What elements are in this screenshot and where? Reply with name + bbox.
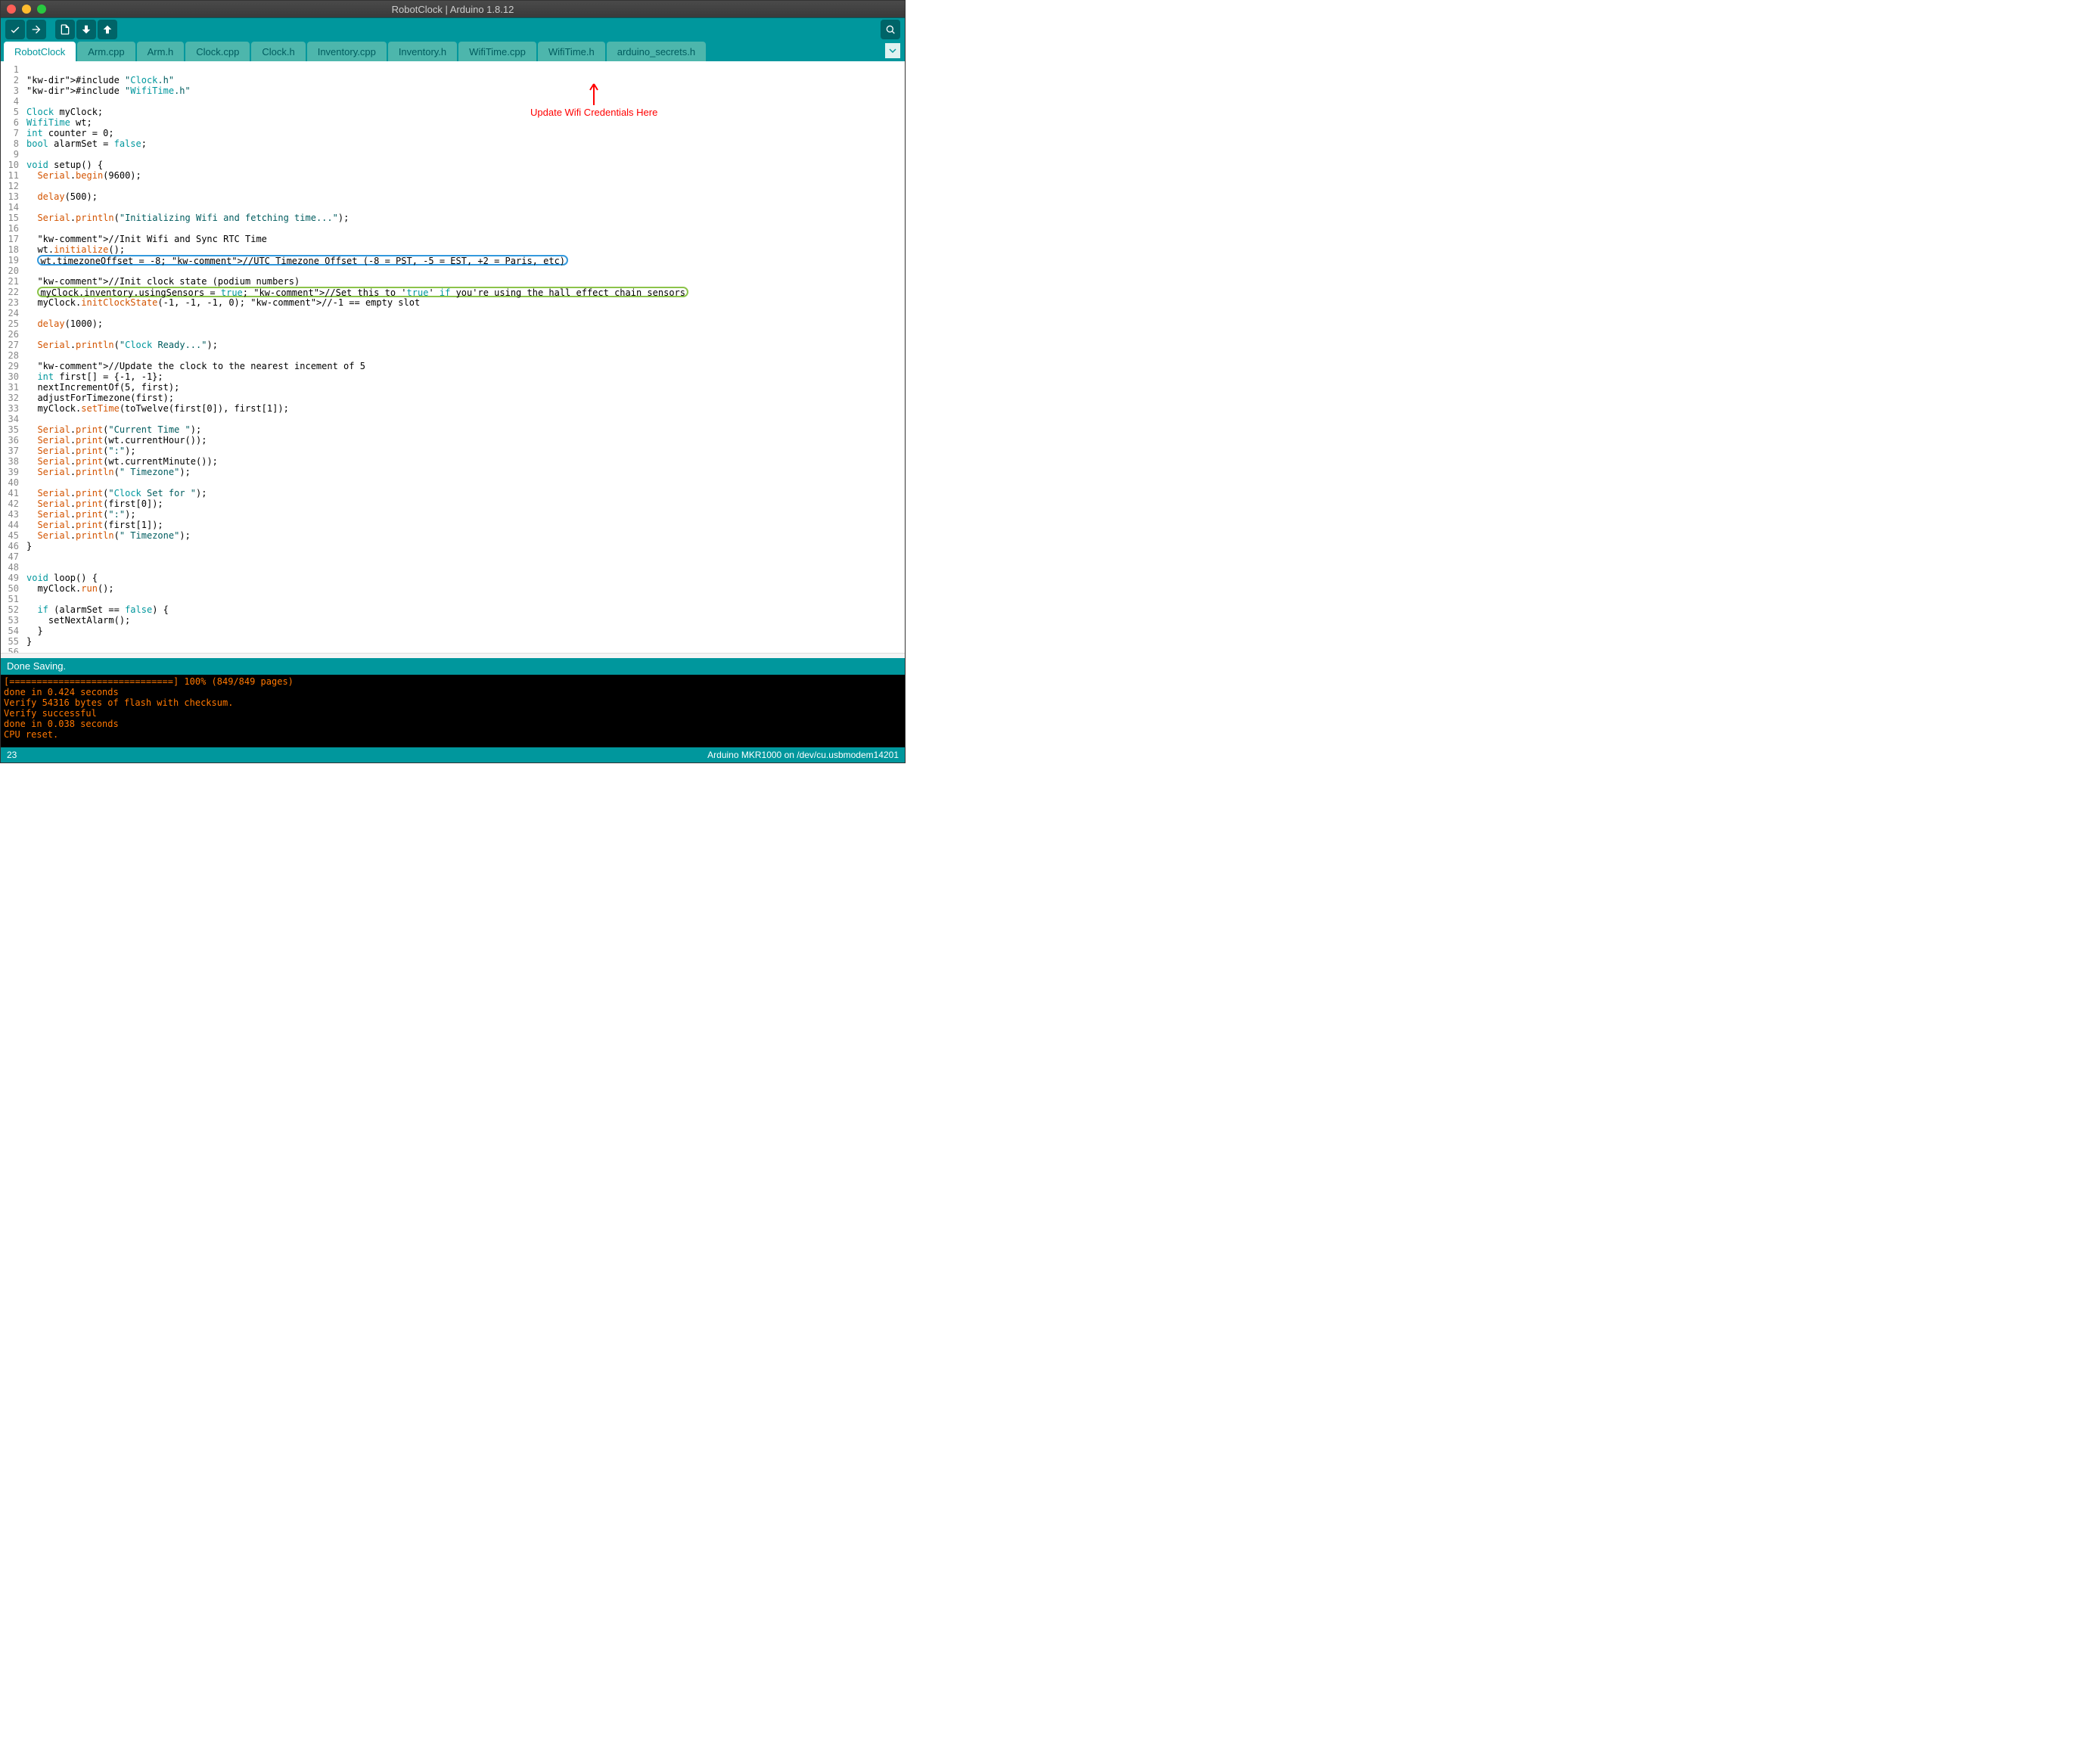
serial-monitor-button[interactable] bbox=[881, 20, 900, 39]
code-area[interactable]: "kw-dir">#include "Clock.h""kw-dir">#inc… bbox=[23, 61, 905, 653]
zoom-window-button[interactable] bbox=[37, 5, 46, 14]
tab-arduino-secrets-h[interactable]: arduino_secrets.h bbox=[607, 42, 706, 61]
tab-arm-cpp[interactable]: Arm.cpp bbox=[77, 42, 135, 61]
window-title: RobotClock | Arduino 1.8.12 bbox=[1, 4, 905, 15]
line-gutter: 1234567891011121314151617181920212223242… bbox=[1, 61, 23, 653]
tab-arm-h[interactable]: Arm.h bbox=[137, 42, 185, 61]
board-info: Arduino MKR1000 on /dev/cu.usbmodem14201 bbox=[707, 750, 899, 760]
toolbar bbox=[1, 17, 905, 40]
status-message: Done Saving. bbox=[7, 660, 66, 672]
tab-wifitime-h[interactable]: WifiTime.h bbox=[538, 42, 605, 61]
annotation-overlay: Update Wifi Credentials Here bbox=[530, 82, 657, 118]
upload-button[interactable] bbox=[26, 20, 46, 39]
tab-robotclock[interactable]: RobotClock bbox=[4, 42, 76, 61]
annotation-text: Update Wifi Credentials Here bbox=[530, 107, 657, 118]
status-bar: Done Saving. bbox=[1, 658, 905, 675]
open-sketch-button[interactable] bbox=[76, 20, 96, 39]
tab-menu-button[interactable] bbox=[885, 43, 900, 58]
tab-clock-cpp[interactable]: Clock.cpp bbox=[185, 42, 250, 61]
tab-wifitime-cpp[interactable]: WifiTime.cpp bbox=[458, 42, 536, 61]
cursor-line: 23 bbox=[7, 750, 17, 760]
new-sketch-button[interactable] bbox=[55, 20, 75, 39]
tab-clock-h[interactable]: Clock.h bbox=[251, 42, 305, 61]
close-window-button[interactable] bbox=[7, 5, 16, 14]
tab-bar: RobotClock Arm.cpp Arm.h Clock.cpp Clock… bbox=[1, 40, 905, 61]
verify-button[interactable] bbox=[5, 20, 25, 39]
code-editor[interactable]: 1234567891011121314151617181920212223242… bbox=[1, 61, 905, 653]
tab-inventory-h[interactable]: Inventory.h bbox=[388, 42, 457, 61]
tab-inventory-cpp[interactable]: Inventory.cpp bbox=[307, 42, 387, 61]
pane-divider[interactable] bbox=[1, 653, 905, 658]
save-sketch-button[interactable] bbox=[98, 20, 117, 39]
console-output[interactable]: [==============================] 100% (8… bbox=[1, 675, 905, 747]
window-titlebar: RobotClock | Arduino 1.8.12 bbox=[1, 1, 905, 17]
footer-bar: 23 Arduino MKR1000 on /dev/cu.usbmodem14… bbox=[1, 747, 905, 762]
minimize-window-button[interactable] bbox=[22, 5, 31, 14]
